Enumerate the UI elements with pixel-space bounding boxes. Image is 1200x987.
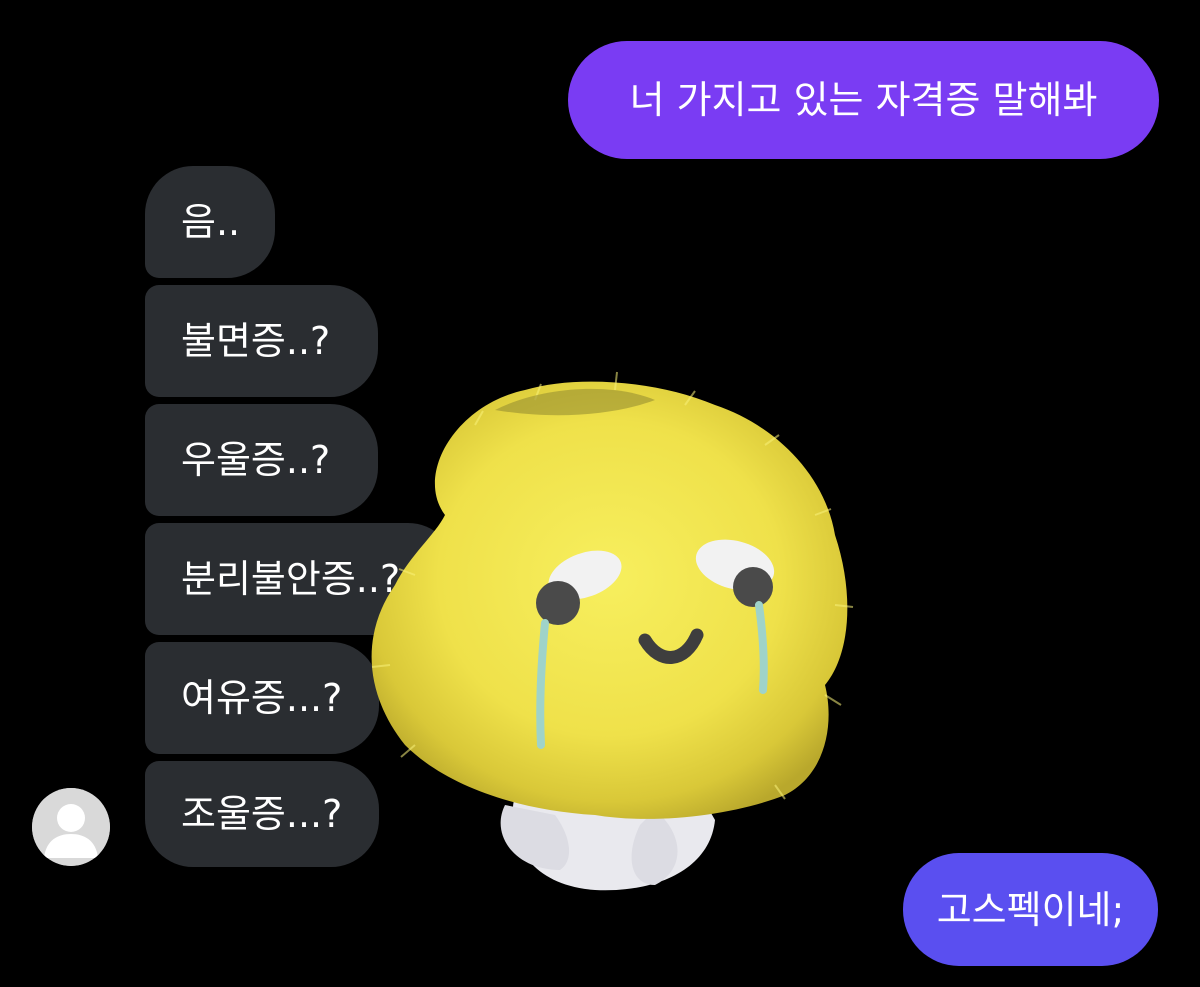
- incoming-message-bubble[interactable]: 음..: [145, 166, 275, 278]
- outgoing-message-bubble[interactable]: 고스펙이네;: [903, 853, 1158, 966]
- default-user-avatar-icon[interactable]: [32, 788, 110, 866]
- incoming-message-bubble[interactable]: 여유증...?: [145, 642, 379, 754]
- incoming-message-bubble[interactable]: 조울증...?: [145, 761, 379, 867]
- incoming-message-bubble[interactable]: 불면증..?: [145, 285, 378, 397]
- message-text: 우울증..?: [181, 438, 331, 482]
- incoming-message-bubble[interactable]: 분리불안증..?: [145, 523, 456, 635]
- incoming-message-bubble[interactable]: 우울증..?: [145, 404, 378, 516]
- crying-plush-sticker-icon: [355, 365, 875, 910]
- message-text: 불면증..?: [181, 319, 331, 363]
- message-text: 조울증...?: [181, 792, 343, 836]
- outgoing-message-bubble[interactable]: 너 가지고 있는 자격증 말해봐: [568, 41, 1159, 159]
- message-text: 음..: [181, 200, 241, 244]
- message-text: 여유증...?: [181, 676, 343, 720]
- message-text: 고스펙이네;: [936, 887, 1125, 932]
- message-text: 분리불안증..?: [181, 557, 401, 601]
- message-text: 너 가지고 있는 자격증 말해봐: [629, 78, 1098, 122]
- chat-conversation: 너 가지고 있는 자격증 말해봐 음.. 불면증..? 우울증..? 분리불안증…: [0, 0, 1200, 987]
